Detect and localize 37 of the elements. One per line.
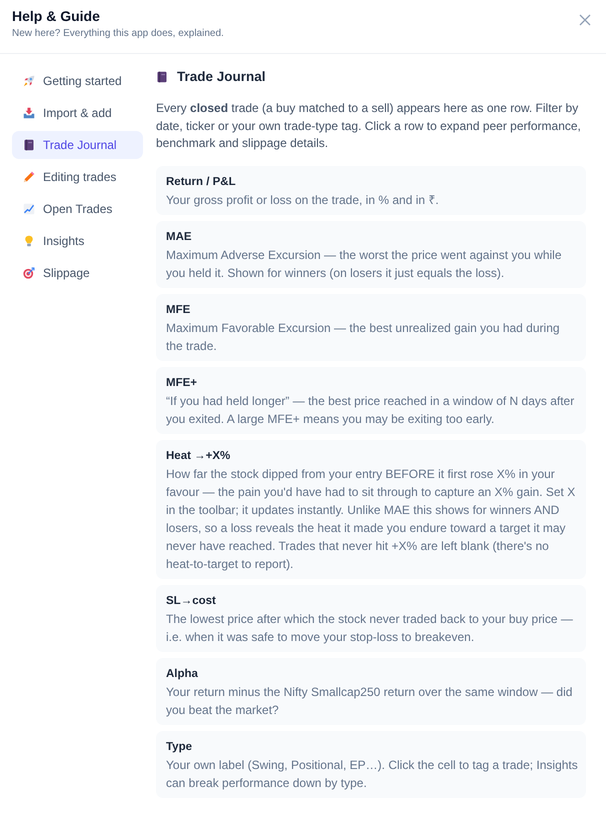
rocket-icon (23, 75, 35, 87)
term-title: SL→cost (166, 594, 217, 608)
sidebar-item[interactable]: Editing trades (12, 163, 143, 191)
sidebar-item[interactable]: Trade Journal (12, 131, 143, 159)
term-title: MFE (166, 302, 192, 318)
close-button[interactable] (578, 13, 592, 27)
target-icon (23, 267, 35, 279)
section-title: Trade Journal (177, 68, 266, 86)
term-definition: Maximum Favorable Excursion — the best unrealized gain you had during the trade. (166, 320, 561, 354)
sidebar-item[interactable]: Getting started (12, 67, 143, 95)
term-title: Type (166, 740, 193, 754)
term-title: Heat →+X% (166, 448, 232, 464)
sidebar-item[interactable]: Insights (12, 227, 143, 255)
sidebar-item[interactable]: Import & add (12, 99, 143, 127)
term-definition: The lowest price after which the stock never traded back to your buy price — i.e. when it was safe to move your stop-loss to breakeven. (166, 610, 574, 646)
dialog-title: Help & Guide (12, 7, 101, 26)
pencil-icon (23, 171, 35, 183)
term-definition: Your return minus the Nifty Smallcap250 return over the same window — did you beat the market? (166, 684, 574, 718)
light-bulb-icon (23, 235, 35, 247)
dialog-subtitle: New here? Everything this app does, explained. (12, 27, 224, 41)
term-definition: Maximum Adverse Excursion — the worst the price went against you while you held it. Shown for winners (on losers it just equals the loss). (166, 246, 563, 282)
term-definition: Your own label (Swing, Positional, EP…). Click the cell to tag a trade; Insights can break performance down by type. (166, 756, 578, 792)
notebook-icon (156, 71, 168, 83)
term-definition: “If you had held longer” — the best price reached in a window of N days after you exited. A large MFE+ means you may be exiting too early. (166, 392, 576, 428)
term-title: MAE (166, 230, 193, 244)
sidebar-item[interactable]: Slippage (12, 259, 143, 287)
sidebar-item[interactable]: Open Trades (12, 195, 143, 223)
term-definition: How far the stock dipped from your entry BEFORE it first rose X% in your favour — the pain you'd have had to sit through to capture an X% gain. Set X in the toolbar; it updates instantly. Unlike MAE this shows for winners AND losers, so a loss reveals the heat it made you endure toward a target it may never have reached. Trades that never hit +X% are left blank (there's no heat-to-target to report). (166, 466, 576, 572)
close-icon (579, 14, 591, 26)
notebook-icon (23, 139, 35, 151)
rising-chart-icon (23, 203, 35, 215)
term-title: Alpha (166, 666, 199, 682)
inbox-tray-icon (23, 107, 35, 119)
section-intro: Every closed trade (a buy matched to a sell) appears here as one row. Filter by date, ticker or your own trade-type tag. Click a row to expand peer performance, benchmark and slippage details. (156, 100, 582, 152)
term-definition: Your gross profit or loss on the trade, in % and in ₹. (166, 192, 440, 208)
term-title: Return / P&L (166, 174, 237, 190)
term-title: MFE+ (166, 376, 198, 390)
